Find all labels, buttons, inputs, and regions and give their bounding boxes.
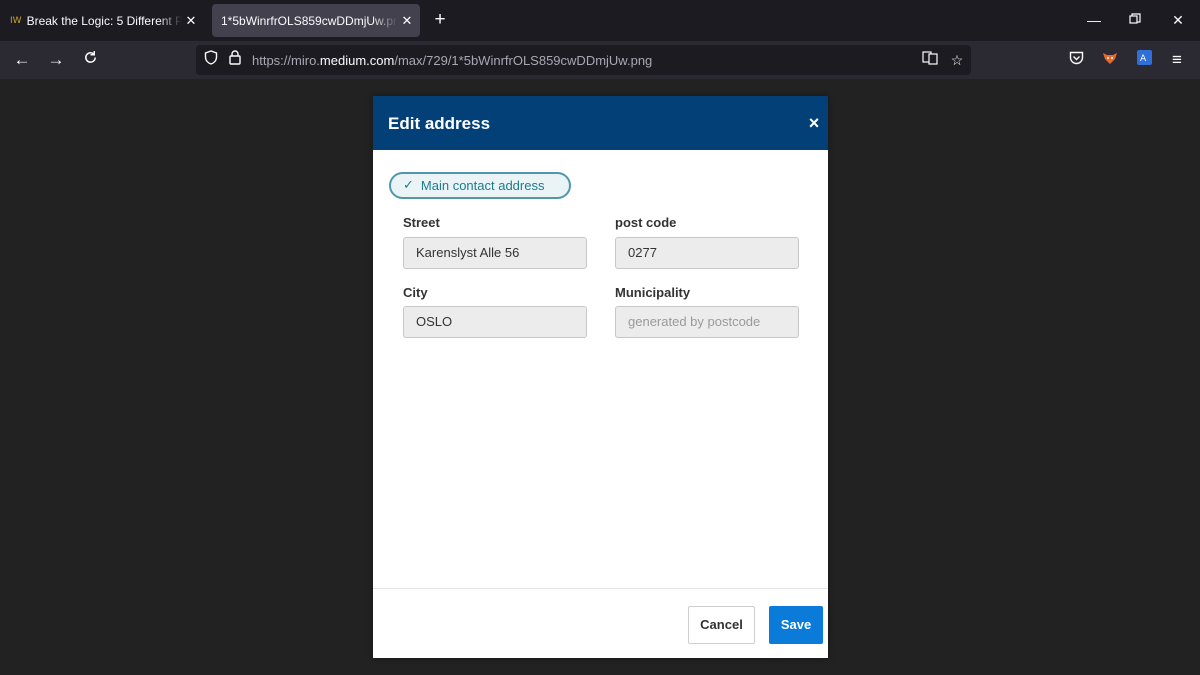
shield-icon[interactable]	[201, 50, 221, 70]
main-contact-address-chip[interactable]: ✓ Main contact address	[389, 172, 571, 199]
tab-image[interactable]: 1*5bWinrfrOLS859cwDDmjUw.png ( ✕	[212, 4, 420, 37]
municipality-label: Municipality	[615, 285, 691, 300]
extension-fox-icon[interactable]	[1097, 47, 1123, 73]
postcode-input[interactable]: 0277	[615, 237, 799, 269]
municipality-input[interactable]: generated by postcode	[615, 306, 799, 338]
page-viewport: Edit address × ✓ Main contact address St…	[0, 79, 1200, 675]
translate-extension-icon[interactable]: A	[1131, 47, 1157, 73]
site-favicon-icon: IW	[10, 15, 22, 26]
save-button[interactable]: Save	[769, 606, 823, 644]
close-tab-icon[interactable]: ✕	[182, 13, 200, 29]
svg-text:A: A	[1140, 54, 1147, 64]
close-window-icon[interactable]: ✕	[1163, 8, 1193, 32]
bookmark-star-icon[interactable]: ☆	[947, 50, 967, 70]
tab-title: 1*5bWinrfrOLS859cwDDmjUw.png (	[221, 13, 398, 28]
pocket-icon[interactable]	[1063, 47, 1089, 73]
dialog-title: Edit address	[388, 114, 491, 133]
street-input[interactable]: Karenslyst Alle 56	[403, 237, 587, 269]
url-bar[interactable]: https://miro.medium.com/max/729/1*5bWinr…	[196, 45, 971, 75]
close-tab-icon[interactable]: ✕	[398, 13, 416, 29]
tab-break-the-logic[interactable]: IW Break the Logic: 5 Different Pers ✕	[4, 4, 204, 37]
menu-icon[interactable]: ≡	[1164, 47, 1190, 73]
back-arrow-icon[interactable]: ←	[9, 47, 35, 73]
tab-title: Break the Logic: 5 Different Pers	[26, 13, 182, 28]
nav-bar: ← → https://miro.medium.com/max/729/1*5b…	[0, 41, 1200, 79]
chip-label: Main contact address	[420, 178, 545, 193]
cancel-button[interactable]: Cancel	[688, 606, 755, 644]
close-icon[interactable]: ×	[804, 112, 824, 134]
restore-icon[interactable]	[1120, 8, 1150, 32]
tab-strip: IW Break the Logic: 5 Different Pers ✕ 1…	[0, 0, 1200, 41]
translate-icon[interactable]	[920, 50, 940, 70]
minimize-icon[interactable]: —	[1079, 8, 1109, 32]
edit-address-dialog: Edit address × ✓ Main contact address St…	[373, 96, 828, 658]
dialog-header: Edit address ×	[373, 96, 828, 150]
city-label: City	[403, 285, 428, 300]
postcode-label: post code	[615, 215, 677, 230]
street-label: Street	[403, 215, 440, 230]
checkmark-icon: ✓	[403, 178, 414, 193]
reload-icon[interactable]	[77, 47, 103, 73]
city-input[interactable]: OSLO	[403, 306, 587, 338]
url-text: https://miro.medium.com/max/729/1*5bWinr…	[252, 53, 653, 68]
forward-arrow-icon[interactable]: →	[43, 47, 69, 73]
new-tab-icon[interactable]: +	[428, 8, 452, 32]
lock-icon[interactable]	[225, 50, 245, 70]
dialog-footer: Cancel Save	[373, 588, 828, 658]
